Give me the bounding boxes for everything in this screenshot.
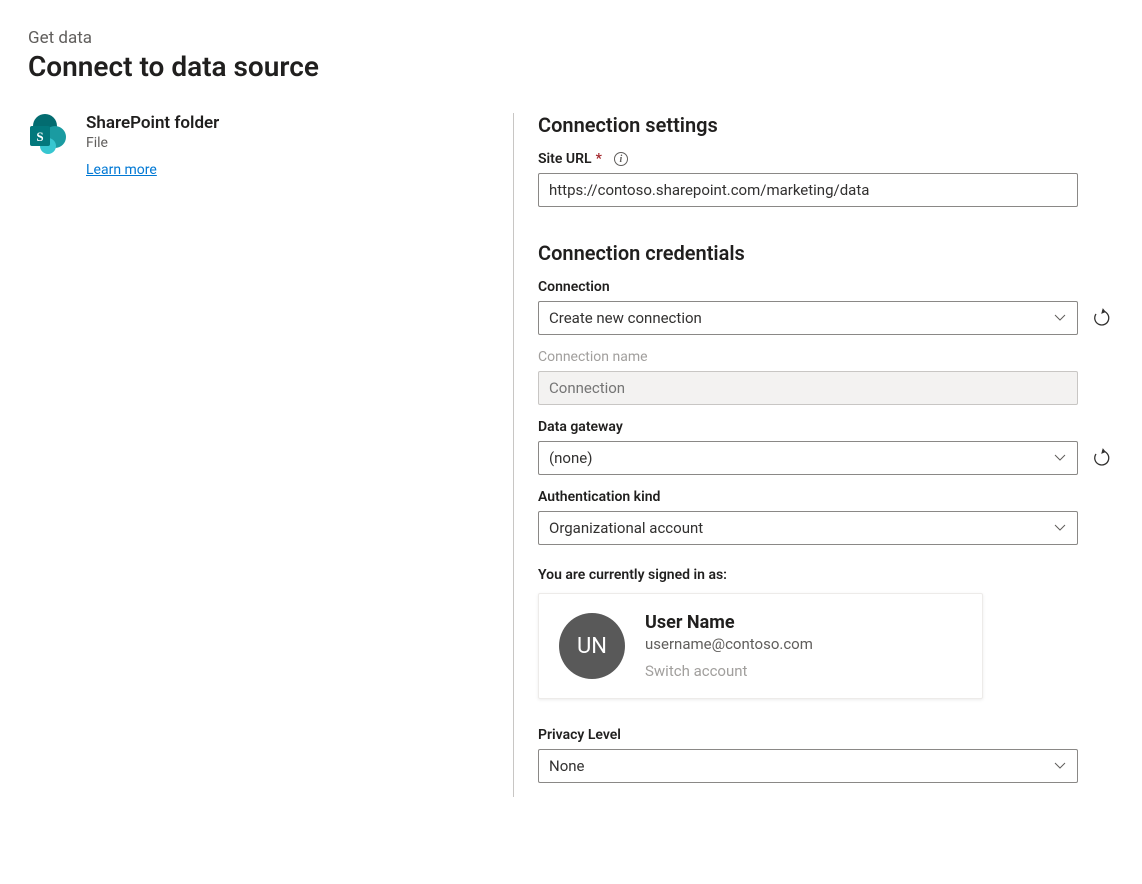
connection-select[interactable]: Create new connection bbox=[538, 301, 1078, 335]
svg-text:S: S bbox=[36, 129, 43, 144]
refresh-icon bbox=[1092, 448, 1112, 468]
auth-kind-field: Authentication kind Organizational accou… bbox=[538, 489, 1114, 545]
site-url-input[interactable] bbox=[538, 173, 1078, 207]
privacy-level-select[interactable]: None bbox=[538, 749, 1078, 783]
refresh-gateway-button[interactable] bbox=[1090, 446, 1114, 470]
site-url-field: Site URL * i bbox=[538, 151, 1114, 207]
connection-label: Connection bbox=[538, 279, 1114, 295]
refresh-connection-button[interactable] bbox=[1090, 306, 1114, 330]
breadcrumb: Get data bbox=[28, 28, 1114, 48]
data-gateway-select[interactable]: (none) bbox=[538, 441, 1078, 475]
data-source-panel: S SharePoint folder File Learn more bbox=[28, 113, 513, 797]
switch-account-link[interactable]: Switch account bbox=[645, 662, 747, 680]
page-title: Connect to data source bbox=[28, 50, 1114, 83]
required-indicator: * bbox=[596, 151, 602, 167]
info-icon[interactable]: i bbox=[614, 152, 628, 166]
connection-name-input bbox=[538, 371, 1078, 405]
connection-panel: Connection settings Site URL * i Connect… bbox=[513, 113, 1114, 797]
content-area: S SharePoint folder File Learn more Conn… bbox=[28, 113, 1114, 797]
auth-kind-select[interactable]: Organizational account bbox=[538, 511, 1078, 545]
data-gateway-label: Data gateway bbox=[538, 419, 1114, 435]
refresh-icon bbox=[1092, 308, 1112, 328]
auth-kind-label: Authentication kind bbox=[538, 489, 1114, 505]
data-source-info: SharePoint folder File Learn more bbox=[86, 113, 219, 178]
account-card: UN User Name username@contoso.com Switch… bbox=[538, 593, 983, 699]
learn-more-link[interactable]: Learn more bbox=[86, 162, 157, 178]
site-url-label: Site URL * i bbox=[538, 151, 1114, 167]
connection-credentials-heading: Connection credentials bbox=[538, 241, 1114, 265]
connection-name-field: Connection name bbox=[538, 349, 1114, 405]
data-source-subtitle: File bbox=[86, 135, 219, 151]
avatar: UN bbox=[559, 613, 625, 679]
data-source-title: SharePoint folder bbox=[86, 113, 219, 133]
connection-field: Connection Create new connection bbox=[538, 279, 1114, 335]
account-info: User Name username@contoso.com Switch ac… bbox=[645, 612, 813, 680]
site-url-label-text: Site URL bbox=[538, 151, 592, 167]
user-name: User Name bbox=[645, 612, 813, 633]
connection-settings-heading: Connection settings bbox=[538, 113, 1114, 137]
user-email: username@contoso.com bbox=[645, 635, 813, 653]
data-gateway-field: Data gateway (none) bbox=[538, 419, 1114, 475]
connection-name-label: Connection name bbox=[538, 349, 1114, 365]
privacy-level-label: Privacy Level bbox=[538, 727, 1114, 743]
signed-in-label: You are currently signed in as: bbox=[538, 567, 1114, 583]
privacy-level-field: Privacy Level None bbox=[538, 727, 1114, 783]
sharepoint-icon: S bbox=[28, 113, 70, 155]
